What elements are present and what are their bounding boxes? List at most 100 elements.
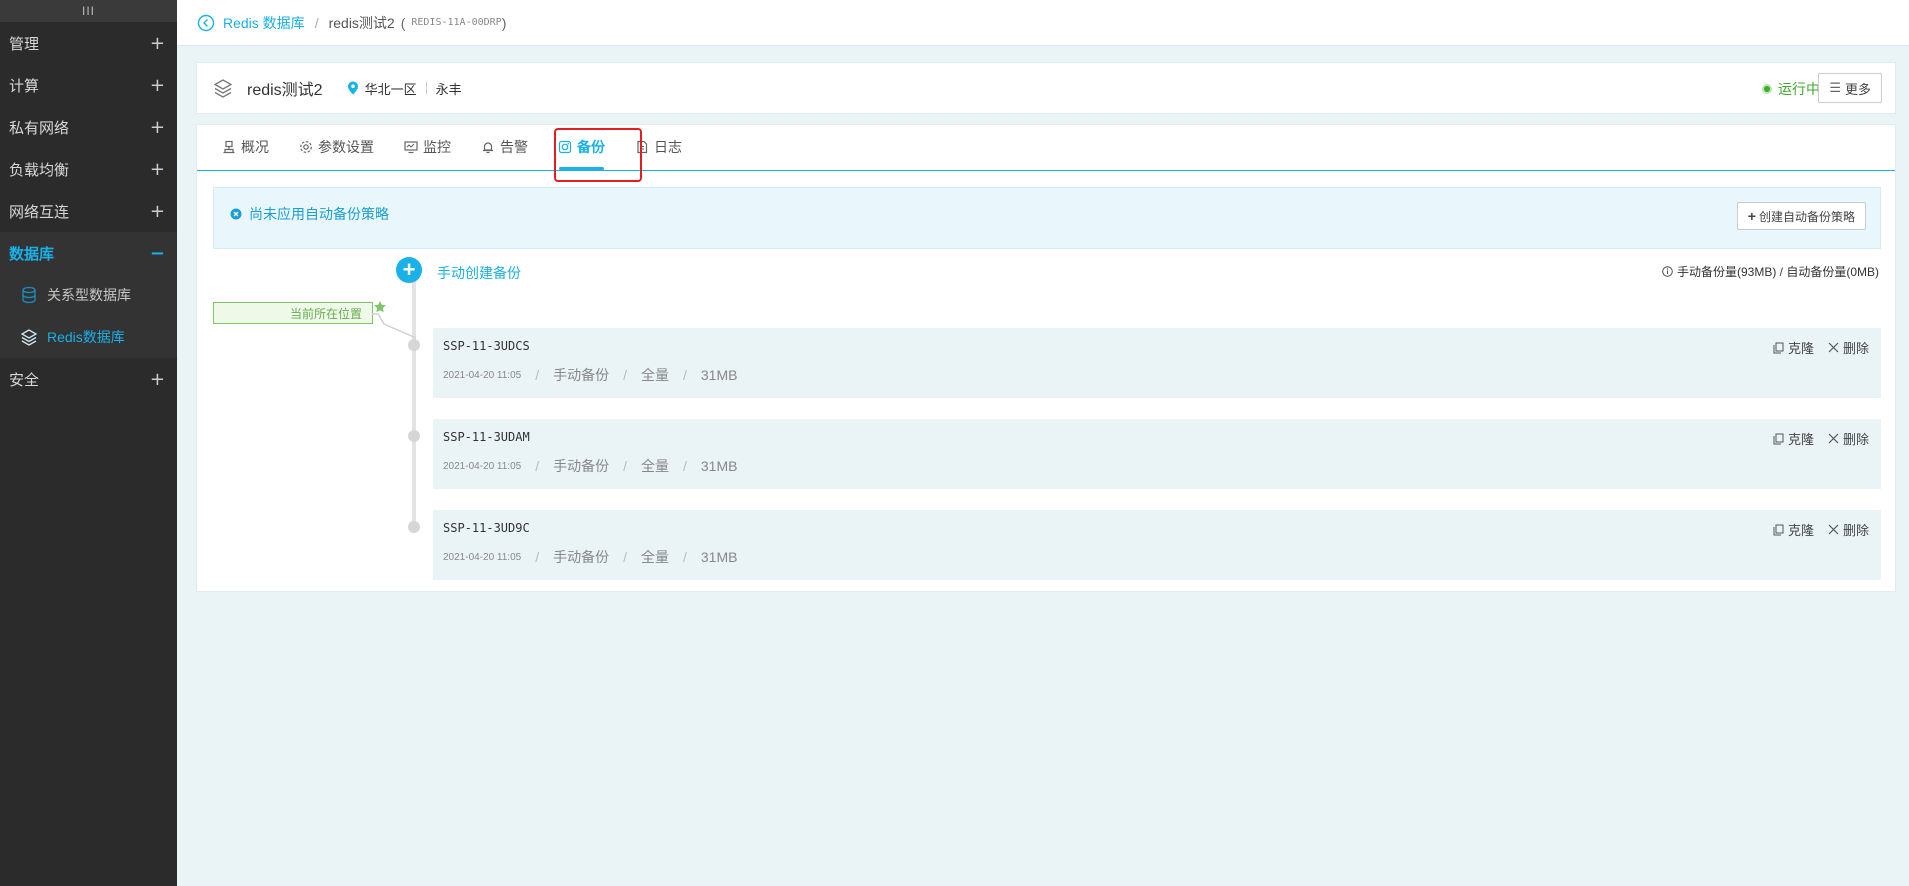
meta-separator: / [535, 458, 540, 474]
sidebar-collapse-handle[interactable]: III [0, 0, 177, 22]
backup-actions: 克隆 删除 [1759, 338, 1869, 357]
sidebar-group-compute[interactable]: 计算 + [0, 64, 177, 106]
backup-meta: 2021-04-20 11:05 / 手动备份 / 全量 / 31MB [443, 547, 737, 567]
close-icon [1828, 433, 1839, 444]
more-button-label: 更多 [1844, 81, 1871, 97]
sidebar-item-redis-db[interactable]: Redis数据库 [0, 316, 177, 358]
tab-log[interactable]: 日志 [620, 124, 697, 170]
sidebar-group-vpc[interactable]: 私有网络 + [0, 106, 177, 148]
database-icon [20, 286, 38, 304]
breadcrumb-instance-id: REDIS-11A-00DRP [411, 17, 502, 28]
tab-monitor[interactable]: 监控 [389, 124, 466, 170]
backup-size: 31MB [700, 367, 738, 383]
backup-type: 手动备份 [553, 458, 610, 474]
sidebar-item-relational-db[interactable]: 关系型数据库 [0, 274, 177, 316]
backup-actions: 克隆 删除 [1759, 429, 1869, 448]
meta-separator: / [535, 549, 540, 565]
create-auto-backup-label: 创建自动备份策略 [1758, 209, 1855, 224]
breadcrumb-current: redis测试2 [328, 14, 395, 31]
delete-button[interactable]: 删除 [1828, 429, 1869, 448]
instance-header: redis测试2 华北一区 永丰 运行中 ☰ 更多 [196, 62, 1896, 114]
delete-button[interactable]: 删除 [1828, 338, 1869, 357]
current-position-connector [372, 313, 417, 339]
meta-separator: / [683, 458, 687, 474]
timeline-node [408, 521, 420, 533]
backup-id: SSP-11-3UD9C [443, 521, 530, 535]
expand-icon: + [149, 158, 165, 180]
notice-text: 尚未应用自动备份策略 [249, 206, 389, 222]
tab-alarm[interactable]: 告警 [466, 124, 543, 170]
clone-button[interactable]: 克隆 [1773, 338, 1814, 357]
clone-button[interactable]: 克隆 [1773, 429, 1814, 448]
expand-icon: + [149, 200, 165, 222]
sidebar-group-management[interactable]: 管理 + [0, 22, 177, 64]
meta-separator: / [535, 367, 540, 383]
tab-parameters[interactable]: 参数设置 [284, 124, 389, 170]
sidebar-group-security[interactable]: 安全 + [0, 358, 177, 400]
clone-label: 克隆 [1787, 523, 1814, 538]
tab-label: 备份 [577, 139, 605, 155]
menu-icon: ☰ [1829, 80, 1841, 95]
backup-panel: 概况 参数设置 监控 告警 备份 日志 尚未应用自动备份策略 + 创建自动备份策… [196, 124, 1896, 592]
backup-size: 31MB [700, 458, 738, 474]
meta-separator: / [683, 367, 687, 383]
sidebar-group-label: 计算 [9, 77, 40, 95]
clone-icon [1773, 433, 1784, 444]
overview-icon [222, 140, 236, 154]
clone-label: 克隆 [1787, 341, 1814, 356]
sidebar-group-database[interactable]: 数据库 − [0, 232, 177, 274]
expand-icon: + [149, 116, 165, 138]
sidebar-group-label: 负载均衡 [9, 161, 70, 179]
backup-date: 2021-04-20 11:05 [443, 551, 522, 563]
backup-date: 2021-04-20 11:05 [443, 369, 522, 381]
location-pin-icon [347, 81, 358, 95]
manual-create-backup-link[interactable]: 手动创建备份 [437, 263, 521, 283]
clone-icon [1773, 342, 1784, 353]
clone-button[interactable]: 克隆 [1773, 520, 1814, 539]
backup-scope: 全量 [641, 367, 669, 383]
notice-message: 尚未应用自动备份策略 [230, 204, 389, 224]
backup-scope: 全量 [641, 549, 669, 565]
clone-icon [1773, 524, 1784, 535]
sidebar-group-load-balancer[interactable]: 负载均衡 + [0, 148, 177, 190]
status-dot-icon [1762, 84, 1772, 94]
more-button[interactable]: ☰ 更多 [1818, 73, 1882, 103]
status-badge: 运行中 [1762, 79, 1820, 99]
backup-id: SSP-11-3UDAM [443, 430, 530, 444]
sidebar-group-label: 私有网络 [9, 119, 70, 137]
backup-date: 2021-04-20 11:05 [443, 460, 522, 472]
sidebar-item-label: Redis数据库 [47, 329, 125, 345]
meta-separator: / [623, 549, 627, 565]
settings-icon [299, 140, 313, 154]
create-auto-backup-button[interactable]: + 创建自动备份策略 [1736, 202, 1866, 230]
backup-item: SSP-11-3UDAM 2021-04-20 11:05 / 手动备份 / 全… [433, 419, 1881, 489]
current-position-tag: 当前所在位置 [213, 302, 373, 324]
backup-type: 手动备份 [553, 367, 610, 383]
meta-separator: / [683, 549, 687, 565]
backup-id: SSP-11-3UDCS [443, 339, 530, 353]
expand-icon: + [149, 368, 165, 390]
breadcrumb-parent-link[interactable]: Redis 数据库 [223, 13, 305, 33]
close-icon [1828, 524, 1839, 535]
sidebar-group-label: 安全 [9, 371, 40, 389]
sidebar-group-label: 网络互连 [9, 203, 70, 221]
backup-item: SSP-11-3UD9C 2021-04-20 11:05 / 手动备份 / 全… [433, 510, 1881, 580]
breadcrumb: Redis 数据库 / redis测试2 ( REDIS-11A-00DRP ) [177, 0, 1909, 46]
backup-icon [558, 140, 572, 154]
back-circle-icon[interactable] [197, 14, 215, 32]
breadcrumb-open-paren: ( [400, 14, 406, 31]
add-backup-icon[interactable]: + [396, 257, 422, 283]
backup-meta: 2021-04-20 11:05 / 手动备份 / 全量 / 31MB [443, 365, 737, 385]
sidebar-group-interconnect[interactable]: 网络互连 + [0, 190, 177, 232]
tab-overview[interactable]: 概况 [207, 124, 284, 170]
tab-label: 日志 [654, 139, 682, 155]
instance-region: 华北一区 [364, 81, 417, 97]
timeline-node [408, 339, 420, 351]
notice-banner: 尚未应用自动备份策略 + 创建自动备份策略 [213, 187, 1881, 249]
delete-button[interactable]: 删除 [1828, 520, 1869, 539]
breadcrumb-close-paren: ) [501, 14, 507, 31]
info-icon [1662, 266, 1673, 277]
tab-backup[interactable]: 备份 [543, 124, 620, 170]
sidebar: III 管理 + 计算 + 私有网络 + 负载均衡 + 网络互连 + 数据库 −… [0, 0, 177, 886]
tab-label: 参数设置 [318, 139, 374, 155]
